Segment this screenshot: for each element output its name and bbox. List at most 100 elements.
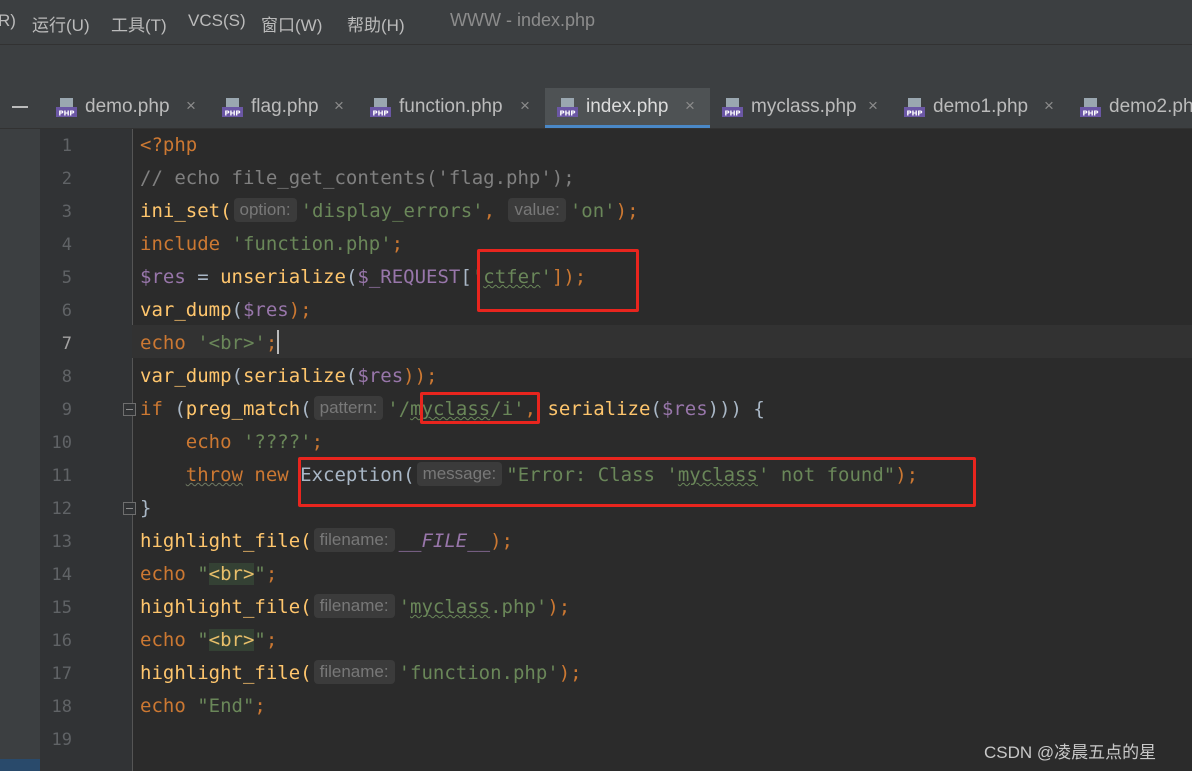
code-variable: $_REQUEST bbox=[357, 266, 461, 288]
tab-demo1-php[interactable]: PHP demo1.php × bbox=[892, 88, 1068, 128]
tool-window-strip bbox=[0, 129, 40, 771]
tab-flag-php[interactable]: PHP flag.php × bbox=[210, 88, 358, 128]
code-token: highlight_file( bbox=[140, 596, 312, 618]
code-line-4: include 'function.php'; bbox=[140, 228, 403, 261]
code-token: if bbox=[140, 398, 175, 420]
svg-text:PHP: PHP bbox=[1082, 110, 1098, 118]
line-number: 12 bbox=[51, 499, 72, 519]
close-icon[interactable]: × bbox=[186, 96, 196, 116]
watermark: CSDN @凌晨五点的星 bbox=[984, 743, 1157, 762]
current-line-highlight bbox=[132, 325, 1192, 358]
line-number: 10 bbox=[51, 433, 72, 453]
code-token: var_dump bbox=[140, 365, 232, 387]
php-file-icon: PHP bbox=[56, 98, 77, 118]
code-variable: $res bbox=[242, 299, 289, 321]
fold-marker-icon[interactable] bbox=[123, 502, 136, 515]
code-token: echo bbox=[140, 563, 198, 585]
code-string: '<br>' bbox=[197, 332, 266, 354]
code-token: [ bbox=[460, 266, 472, 288]
code-line-14: echo "<br>"; bbox=[140, 558, 277, 591]
code-token: ); bbox=[558, 662, 582, 684]
menu-item-run[interactable]: 运行(U) bbox=[32, 11, 90, 36]
code-token: ; bbox=[265, 332, 278, 354]
php-file-icon: PHP bbox=[370, 98, 391, 118]
code-string: " bbox=[197, 563, 209, 585]
close-icon[interactable]: × bbox=[334, 96, 344, 116]
fold-marker-icon[interactable] bbox=[123, 403, 136, 416]
code-token: ; bbox=[265, 629, 278, 651]
svg-text:PHP: PHP bbox=[58, 110, 74, 118]
code-token: ; bbox=[254, 695, 266, 717]
line-number: 6 bbox=[61, 301, 72, 321]
line-number: 2 bbox=[61, 169, 72, 189]
code-token: <?php bbox=[140, 134, 198, 156]
editor-tab-bar: PHP demo.php × PHP flag.php × PHP functi… bbox=[0, 88, 1192, 129]
menu-item-window[interactable]: 窗口(W) bbox=[261, 11, 322, 36]
code-line-18: echo "End"; bbox=[140, 690, 266, 723]
code-string: myclass bbox=[410, 596, 491, 618]
line-number: 16 bbox=[51, 631, 72, 651]
code-line-17: highlight_file(filename:'function.php'); bbox=[140, 657, 582, 690]
menu-item-vcs[interactable]: VCS(S) bbox=[188, 11, 246, 31]
tab-label: flag.php bbox=[251, 96, 319, 117]
code-token: ( bbox=[231, 299, 243, 321]
code-token: ( bbox=[174, 398, 186, 420]
code-token: new bbox=[242, 464, 301, 486]
code-token: , bbox=[483, 200, 507, 222]
close-icon[interactable]: × bbox=[520, 96, 530, 116]
parameter-hint: pattern: bbox=[313, 396, 384, 420]
code-line-13: highlight_file(filename: __FILE__); bbox=[140, 525, 513, 558]
status-indicator bbox=[0, 759, 40, 771]
code-line-16: echo "<br>"; bbox=[140, 624, 277, 657]
tab-demo-php[interactable]: PHP demo.php × bbox=[44, 88, 210, 128]
tab-label: myclass.php bbox=[751, 96, 857, 117]
code-token: ; bbox=[265, 563, 278, 585]
line-number-current: 7 bbox=[61, 334, 72, 354]
tab-label: function.php bbox=[399, 96, 503, 117]
tab-myclass-php[interactable]: PHP myclass.php × bbox=[710, 88, 892, 128]
code-token: echo bbox=[140, 431, 243, 453]
php-file-icon: PHP bbox=[222, 98, 243, 118]
code-token: ); bbox=[288, 299, 312, 321]
close-icon[interactable]: × bbox=[1044, 96, 1054, 116]
code-line-10: echo '????'; bbox=[140, 426, 323, 459]
tab-label: demo1.php bbox=[933, 96, 1029, 117]
parameter-hint: option: bbox=[233, 198, 297, 222]
code-token: ; bbox=[311, 431, 324, 453]
code-variable: $res bbox=[357, 365, 404, 387]
close-icon[interactable]: × bbox=[685, 96, 695, 116]
code-token: var_dump bbox=[140, 299, 232, 321]
code-line-12: } bbox=[140, 492, 151, 525]
close-icon[interactable]: × bbox=[868, 96, 878, 116]
tab-label: index.php bbox=[586, 96, 669, 117]
code-token: serialize bbox=[547, 398, 651, 420]
line-number: 1 bbox=[61, 136, 72, 156]
collapse-icon[interactable] bbox=[12, 106, 28, 108]
tab-index-php[interactable]: PHP index.php × bbox=[545, 88, 710, 128]
code-string: '????' bbox=[242, 431, 312, 453]
code-token: preg_match bbox=[185, 398, 301, 420]
code-token: ))) { bbox=[707, 398, 765, 420]
tab-demo2-php[interactable]: PHP demo2.ph bbox=[1068, 88, 1192, 128]
php-file-icon: PHP bbox=[557, 98, 578, 118]
code-string: ' bbox=[398, 596, 411, 618]
code-token: ; bbox=[391, 233, 404, 255]
menu-item-build[interactable]: R) bbox=[0, 11, 16, 31]
code-token: highlight_file( bbox=[140, 530, 312, 552]
menu-item-tools[interactable]: 工具(T) bbox=[111, 11, 167, 36]
window-title: WWW - index.php bbox=[450, 10, 596, 30]
parameter-hint: filename: bbox=[313, 660, 395, 684]
tab-function-php[interactable]: PHP function.php × bbox=[358, 88, 544, 128]
line-number: 15 bbox=[51, 598, 72, 618]
line-number: 13 bbox=[51, 532, 72, 552]
line-number: 8 bbox=[61, 367, 72, 387]
code-string: " bbox=[254, 629, 266, 651]
menu-item-help[interactable]: 帮助(H) bbox=[347, 11, 405, 36]
parameter-hint: value: bbox=[508, 198, 566, 222]
code-string: 'function.php' bbox=[398, 662, 559, 684]
html-tag: <br> bbox=[208, 629, 255, 651]
code-token: serialize bbox=[242, 365, 346, 387]
code-string: 'function.php' bbox=[231, 233, 392, 255]
code-token: throw bbox=[185, 464, 243, 486]
